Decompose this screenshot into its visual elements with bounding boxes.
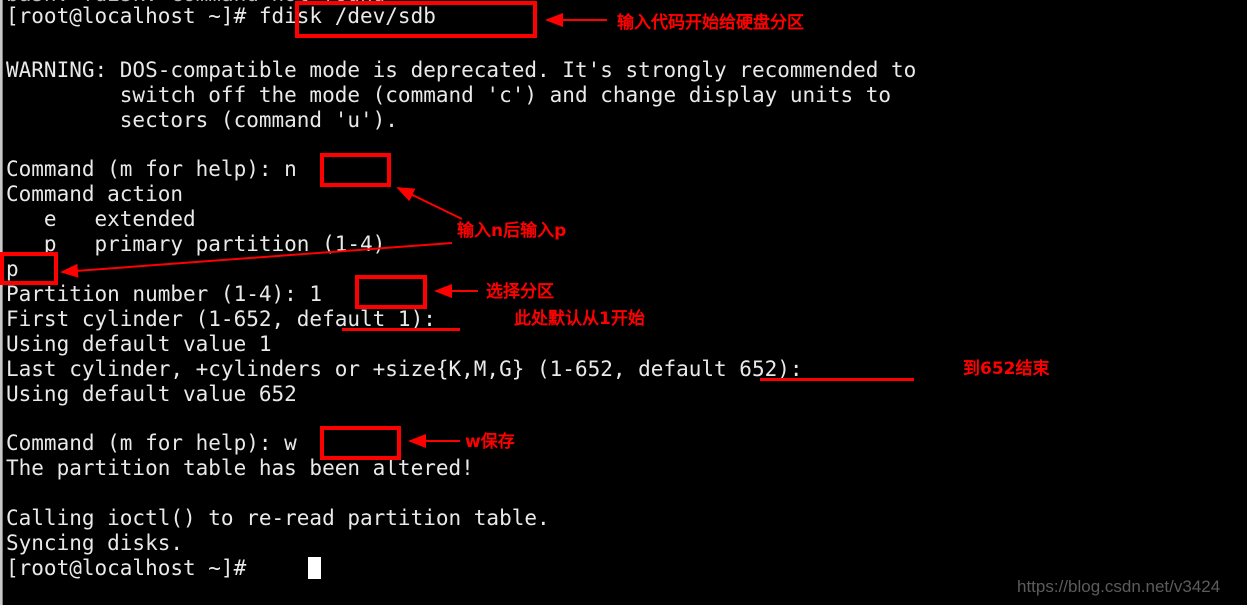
annotation-label-end-at-652: 到652结束 [963, 359, 1050, 379]
terminal-line-warning-2: switch off the mode (command 'c') and ch… [6, 83, 892, 107]
terminal-line-last-cylinder: Last cylinder, +cylinders or +size{K,M,G… [6, 357, 803, 381]
terminal-window: bash: fdisk: command not found [root@loc… [0, 0, 1247, 605]
terminal-line-warning-1: WARNING: DOS-compatible mode is deprecat… [6, 58, 917, 82]
annotation-label-fdisk: 输入代码开始给硬盘分区 [617, 13, 804, 33]
underline-default-1 [342, 328, 460, 331]
terminal-line-opt-extended: e extended [6, 207, 196, 231]
terminal-line-prompt-1: [root@localhost ~]# fdisk /dev/sdb [6, 4, 436, 28]
terminal-line-typed-p: p [6, 257, 19, 281]
watermark: https://blog.csdn.net/v3424 [1017, 577, 1221, 596]
terminal-line-partition-number: Partition number (1-4): 1 [6, 282, 323, 306]
terminal-line-using-default-652: Using default value 652 [6, 382, 297, 406]
terminal-cursor [308, 557, 321, 579]
terminal-line-command-action: Command action [6, 182, 184, 206]
terminal-output-area[interactable]: bash: fdisk: command not found [root@loc… [6, 0, 1247, 605]
annotation-label-w-save: w保存 [465, 432, 515, 452]
terminal-line-opt-primary: p primary partition (1-4) [6, 232, 386, 256]
terminal-line-table-altered: The partition table has been altered! [6, 456, 474, 480]
terminal-line-warning-3: sectors (command 'u'). [6, 108, 398, 132]
terminal-line-prompt-2: [root@localhost ~]# [6, 556, 259, 580]
underline-default-652 [760, 378, 914, 381]
annotation-label-default-from-1: 此处默认从1开始 [514, 309, 645, 329]
terminal-line-calling-ioctl: Calling ioctl() to re-read partition tab… [6, 506, 550, 530]
annotation-label-select-partition: 选择分区 [486, 282, 554, 302]
terminal-line-command-prompt-w: Command (m for help): w [6, 431, 297, 455]
terminal-line-using-default-1: Using default value 1 [6, 332, 272, 356]
terminal-line-command-prompt-n: Command (m for help): n [6, 157, 297, 181]
annotation-label-n-then-p: 输入n后输入p [457, 221, 567, 241]
terminal-line-syncing-disks: Syncing disks. [6, 531, 184, 555]
